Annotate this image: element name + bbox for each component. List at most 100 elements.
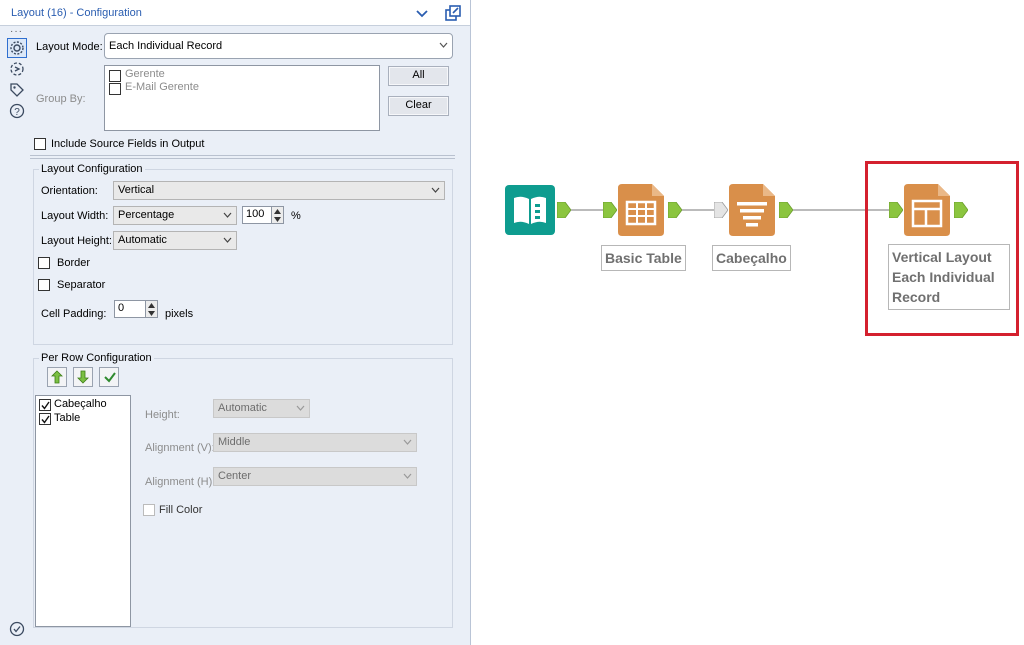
tag-icon[interactable] xyxy=(9,82,25,98)
group-by-list: Gerente E-Mail Gerente xyxy=(104,65,380,131)
chevron-down-icon xyxy=(296,405,305,411)
help-icon[interactable]: ? xyxy=(9,103,25,119)
per-row-configuration-title: Per Row Configuration xyxy=(39,352,154,364)
alignment-v-select[interactable]: Middle xyxy=(213,433,417,452)
group-by-item: E-Mail Gerente xyxy=(125,81,199,93)
layout-configuration-title: Layout Configuration xyxy=(39,163,145,175)
divider xyxy=(30,158,455,159)
group-by-label: Group By: xyxy=(36,93,86,105)
more-icon[interactable]: ··· xyxy=(10,26,23,37)
arrow-down-icon[interactable] xyxy=(274,217,281,222)
svg-text:?: ? xyxy=(14,107,20,118)
include-source-checkbox[interactable] xyxy=(34,138,46,150)
orientation-value: Vertical xyxy=(118,184,155,196)
layout-height-value: Automatic xyxy=(118,234,167,246)
arrow-up-icon xyxy=(51,370,63,384)
alignment-v-value: Middle xyxy=(218,436,251,448)
border-label: Border xyxy=(57,257,91,269)
orientation-select[interactable]: Vertical xyxy=(113,181,445,200)
output-anchor-icon[interactable] xyxy=(557,202,571,218)
chevron-down-icon[interactable] xyxy=(414,5,430,21)
group-by-checkbox-gerente[interactable] xyxy=(109,70,121,82)
alignment-h-value: Center xyxy=(218,470,252,482)
output-anchor-icon[interactable] xyxy=(779,202,793,218)
layout-mode-select[interactable]: Each Individual Record xyxy=(104,33,453,59)
row-checkbox-cabecalho[interactable] xyxy=(39,399,51,411)
checkmark-icon xyxy=(41,415,50,424)
stepper-buttons[interactable] xyxy=(271,207,283,223)
row-checkbox-table[interactable] xyxy=(39,413,51,425)
input-anchor-icon[interactable] xyxy=(603,202,617,218)
layout-width-select[interactable]: Percentage xyxy=(113,206,237,225)
orientation-label: Orientation: xyxy=(41,185,98,197)
output-anchor-icon[interactable] xyxy=(668,202,682,218)
stepper-buttons[interactable] xyxy=(145,301,157,317)
arrow-up-icon[interactable] xyxy=(148,303,155,308)
divider xyxy=(30,155,455,156)
chevron-down-icon xyxy=(403,439,412,445)
chevron-down-icon xyxy=(431,187,440,193)
fill-color-label: Fill Color xyxy=(159,504,203,516)
output-anchor-icon[interactable] xyxy=(954,202,968,218)
border-checkbox[interactable] xyxy=(38,257,50,269)
row-item[interactable]: Table xyxy=(54,412,80,424)
undock-icon[interactable] xyxy=(444,4,462,22)
all-button[interactable]: All xyxy=(388,66,449,86)
checkmark-icon xyxy=(41,401,50,410)
clear-button[interactable]: Clear xyxy=(388,96,449,116)
cell-padding-stepper[interactable]: 0 xyxy=(114,300,158,318)
connection-icon[interactable] xyxy=(9,61,25,77)
group-by-checkbox-email[interactable] xyxy=(109,83,121,95)
cell-padding-unit: pixels xyxy=(165,308,194,320)
input-anchor-icon[interactable] xyxy=(889,202,903,218)
layout-width-label: Layout Width: xyxy=(41,210,109,222)
arrow-up-icon[interactable] xyxy=(274,209,281,214)
input-tool-icon[interactable] xyxy=(505,185,555,235)
layout-width-number: 100 xyxy=(246,208,265,220)
input-anchor-icon[interactable] xyxy=(714,202,728,218)
gear-icon[interactable] xyxy=(9,40,25,56)
row-item[interactable]: Cabeçalho xyxy=(54,398,107,410)
row-height-value: Automatic xyxy=(218,402,267,414)
check-circle-icon[interactable] xyxy=(9,621,25,637)
separator-checkbox[interactable] xyxy=(38,279,50,291)
chevron-down-icon xyxy=(403,473,412,479)
layout-label[interactable]: Vertical Layout Each Individual Record xyxy=(888,244,1010,310)
checkmark-icon xyxy=(104,372,116,383)
row-height-select[interactable]: Automatic xyxy=(213,399,310,418)
row-height-label: Height: xyxy=(145,409,180,421)
chevron-down-icon xyxy=(223,212,232,218)
alignment-v-label: Alignment (V): xyxy=(145,442,215,454)
chevron-down-icon xyxy=(439,42,448,48)
arrow-down-icon xyxy=(77,370,89,384)
basic-table-tool-icon[interactable] xyxy=(618,184,664,236)
alignment-h-label: Alignment (H): xyxy=(145,476,216,488)
arrow-down-icon[interactable] xyxy=(148,311,155,316)
layout-height-select[interactable]: Automatic xyxy=(113,231,237,250)
separator-label: Separator xyxy=(57,279,106,291)
move-up-button[interactable] xyxy=(47,367,67,387)
cell-padding-label: Cell Padding: xyxy=(41,308,107,320)
row-list: Cabeçalho Table xyxy=(35,395,131,627)
move-down-button[interactable] xyxy=(73,367,93,387)
cell-padding-value: 0 xyxy=(118,302,125,314)
chevron-down-icon xyxy=(223,237,232,243)
layout-width-unit: % xyxy=(291,210,301,222)
fill-color-checkbox[interactable] xyxy=(143,504,155,516)
include-source-label: Include Source Fields in Output xyxy=(51,138,205,150)
alignment-h-select[interactable]: Center xyxy=(213,467,417,486)
panel-title-bar: Layout (16) - Configuration xyxy=(0,0,470,26)
layout-tool-icon[interactable] xyxy=(904,184,950,236)
panel-title: Layout (16) - Configuration xyxy=(11,7,142,19)
layout-width-stepper[interactable]: 100 xyxy=(242,206,284,224)
cabecalho-label[interactable]: Cabeçalho xyxy=(712,245,791,271)
check-all-button[interactable] xyxy=(99,367,119,387)
layout-mode-value: Each Individual Record xyxy=(109,40,223,52)
layout-mode-label: Layout Mode: xyxy=(36,41,103,53)
layout-width-value: Percentage xyxy=(118,209,175,221)
configuration-panel: Layout (16) - Configuration ··· ? Layout… xyxy=(0,0,471,645)
group-by-item: Gerente xyxy=(125,68,165,80)
layout-height-label: Layout Height: xyxy=(41,235,112,247)
cabecalho-tool-icon[interactable] xyxy=(729,184,775,236)
basic-table-label[interactable]: Basic Table xyxy=(601,245,686,271)
